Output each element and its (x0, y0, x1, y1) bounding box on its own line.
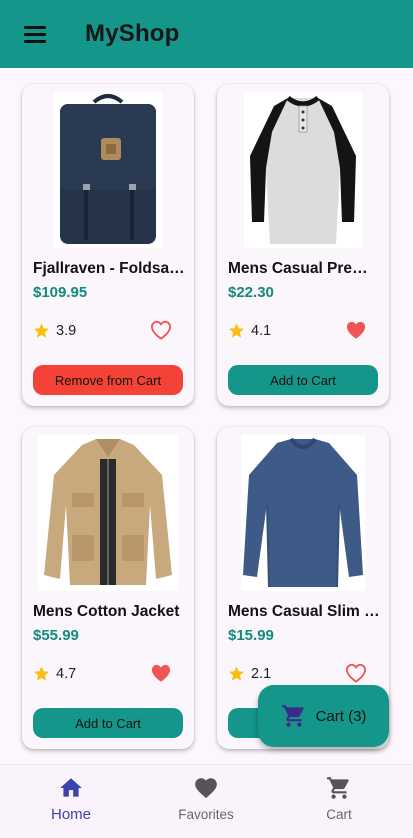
product-card[interactable]: Fjallraven - Foldsack No. 1 Backpack $10… (22, 84, 194, 406)
shopping-cart-icon (281, 705, 304, 727)
nav-item-cart[interactable]: Cart (284, 775, 394, 831)
shopping-cart-icon (327, 777, 349, 799)
home-icon (60, 778, 82, 797)
app-bar: MyShop (0, 0, 413, 68)
rating-row: 2.1 (228, 665, 271, 682)
product-rating: 4.1 (251, 322, 272, 339)
product-image (33, 435, 183, 591)
star-icon (34, 323, 49, 338)
favorite-outline-icon[interactable] (150, 320, 172, 340)
favorite-outline-icon[interactable] (345, 663, 367, 683)
raglan-shirt-image (244, 92, 362, 248)
rating-row: 4.1 (228, 322, 271, 339)
product-image (228, 435, 378, 591)
nav-label-favorites: Favorites (178, 807, 234, 822)
rating-row: 4.7 (33, 665, 76, 682)
product-rating: 3.9 (56, 322, 77, 339)
add-to-cart-button[interactable]: Add to Cart (33, 708, 183, 738)
product-price: $55.99 (33, 627, 79, 644)
cart-fab-label: Cart (3) (315, 707, 367, 725)
favorite-filled-icon[interactable] (345, 320, 367, 340)
product-price: $22.30 (228, 284, 274, 301)
product-card[interactable]: Mens Cotton Jacket $55.99 4.7 Add to Car… (22, 427, 194, 749)
product-image (228, 92, 378, 248)
product-rating: 2.1 (251, 665, 272, 682)
rating-row: 3.9 (33, 322, 76, 339)
product-name: Fjallraven - Foldsack No. 1 Backpack (33, 260, 185, 277)
product-rating: 4.7 (56, 665, 77, 682)
product-price: $109.95 (33, 284, 88, 301)
bottom-navigation: Home Favorites Cart (0, 764, 413, 838)
nav-label-cart: Cart (326, 807, 352, 822)
product-price: $15.99 (228, 627, 274, 644)
nav-label-home: Home (50, 806, 91, 823)
nav-item-home[interactable]: Home (16, 775, 126, 831)
backpack-image (54, 92, 162, 248)
star-icon (229, 666, 244, 681)
cart-fab-button[interactable]: Cart (3) (258, 685, 389, 747)
product-name: Mens Cotton Jacket (33, 603, 180, 620)
product-name: Mens Casual Slim Fit (228, 603, 380, 620)
nav-item-favorites[interactable]: Favorites (151, 775, 261, 831)
favorite-filled-icon[interactable] (150, 663, 172, 683)
menu-icon[interactable] (24, 26, 46, 44)
heart-icon (195, 778, 217, 799)
remove-from-cart-button[interactable]: Remove from Cart (33, 365, 183, 395)
product-name: Mens Casual Premium Slim Fit T-Shirts (228, 260, 380, 277)
star-icon (34, 666, 49, 681)
product-image (33, 92, 183, 248)
jacket-image (38, 435, 178, 591)
app-title: MyShop (85, 20, 180, 47)
product-card[interactable]: Mens Casual Premium Slim Fit T-Shirts $2… (217, 84, 389, 406)
star-icon (229, 323, 244, 338)
longsleeve-shirt-image (241, 435, 365, 591)
add-to-cart-button[interactable]: Add to Cart (228, 365, 378, 395)
